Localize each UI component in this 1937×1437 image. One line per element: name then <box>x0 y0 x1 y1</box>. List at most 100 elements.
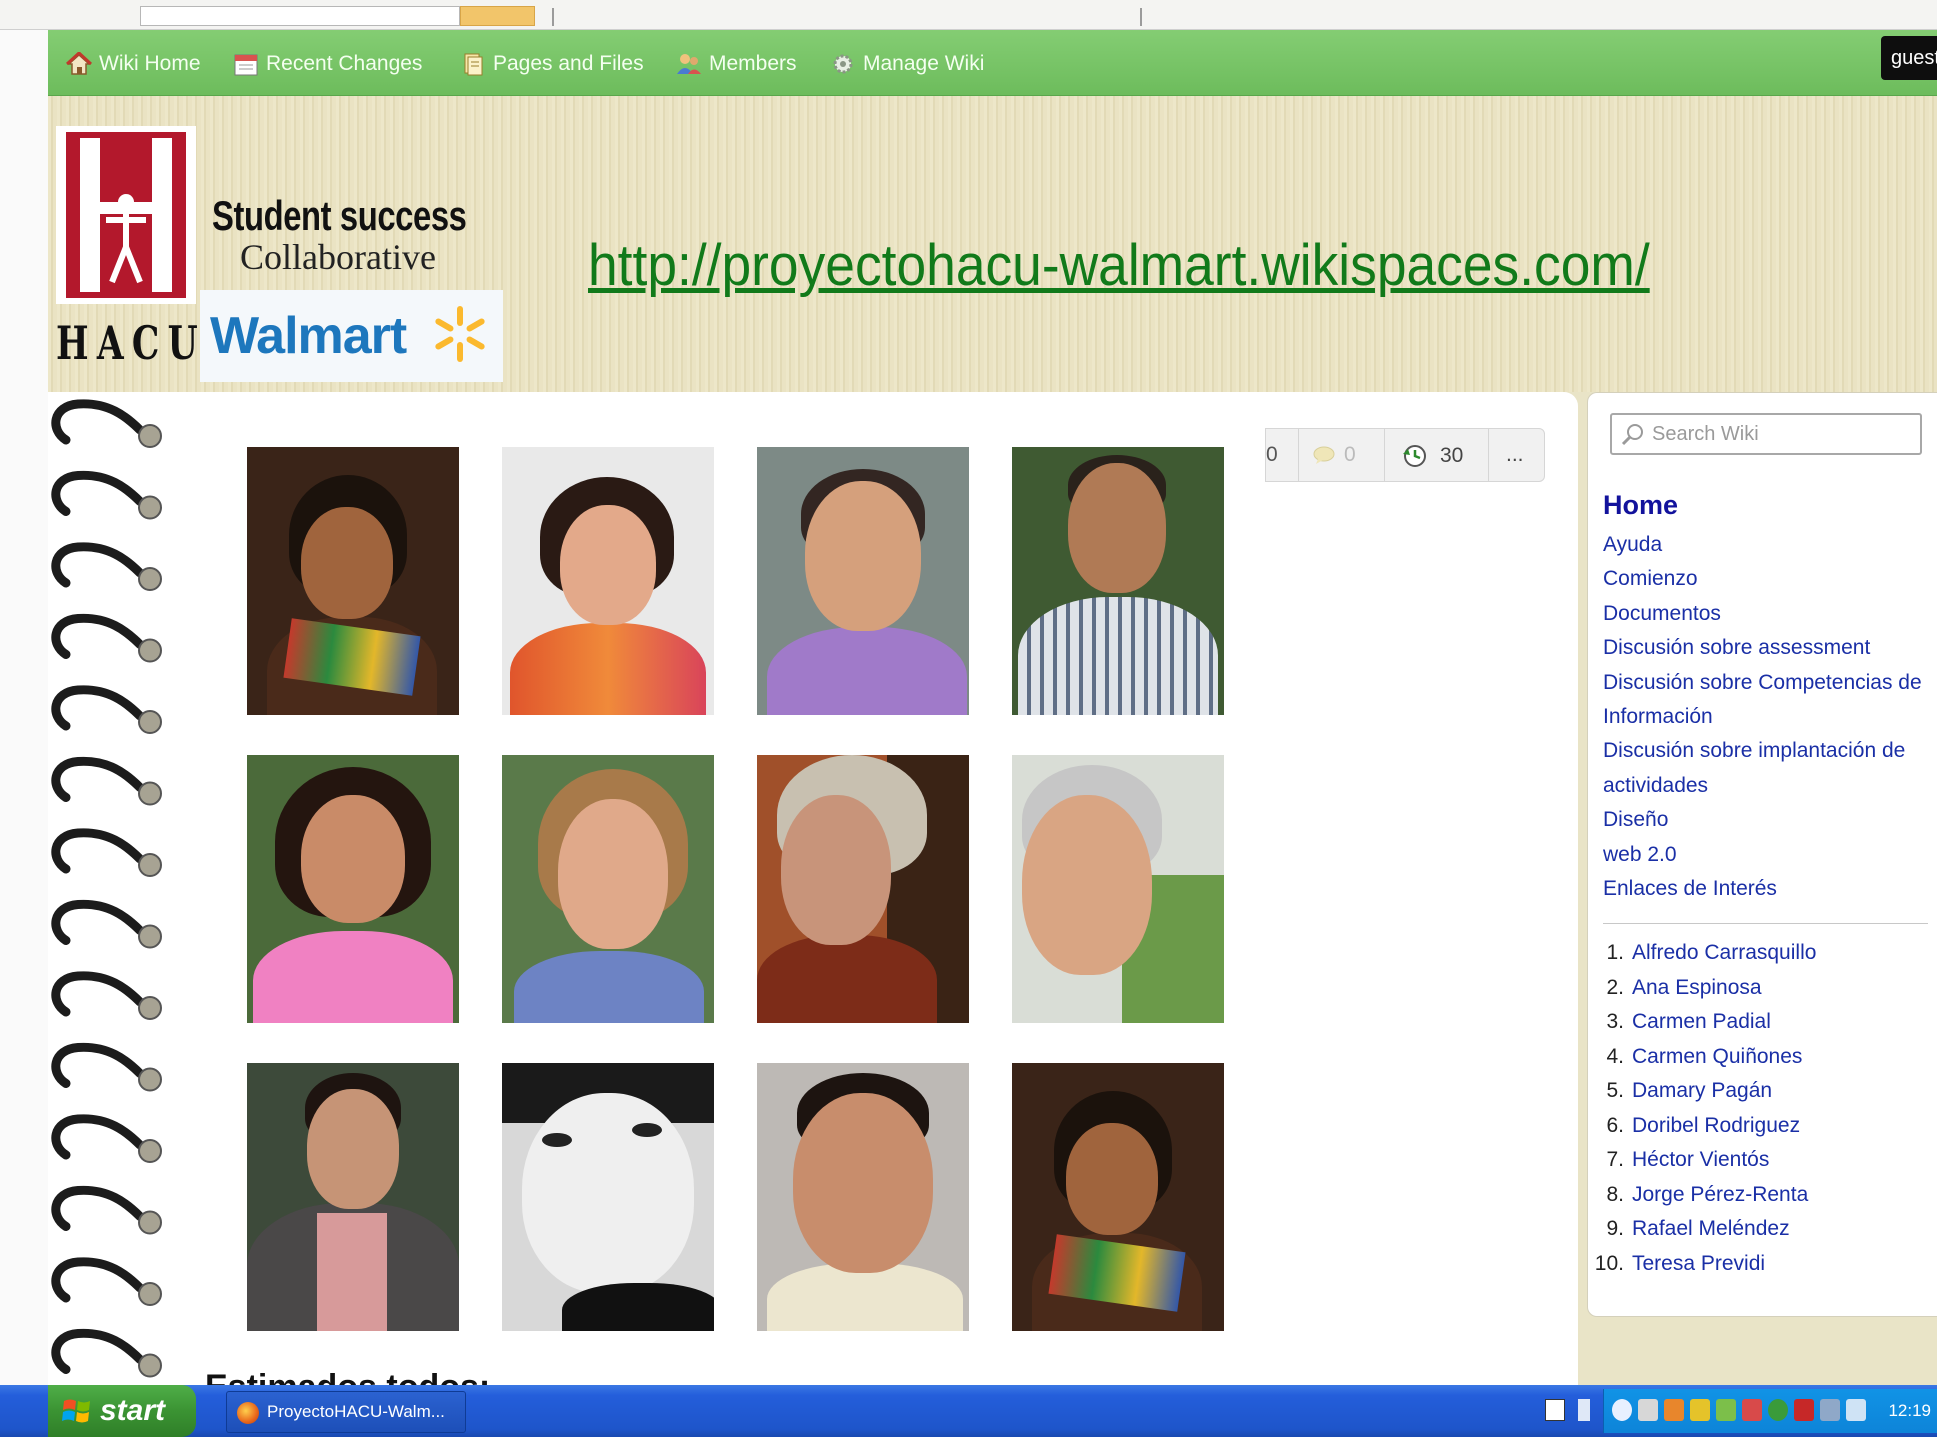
wiki-url-link[interactable]: http://proyectohacu-walmart.wikispaces.c… <box>588 232 1650 299</box>
more-actions-button[interactable]: ... <box>1506 443 1524 467</box>
revisions-count: 30 <box>1440 444 1464 467</box>
more-label: ... <box>1506 443 1524 466</box>
tray-network-icon[interactable] <box>1846 1399 1866 1421</box>
member-link[interactable]: Damary Pagán <box>1632 1079 1772 1102</box>
tray-volume-icon[interactable] <box>1638 1399 1658 1421</box>
nav-manage-wiki[interactable]: Manage Wiki <box>830 50 984 78</box>
page-stats-bar: 0 0 30 ... <box>1265 428 1545 482</box>
member-photo[interactable] <box>247 755 459 1023</box>
browser-address-field[interactable] <box>140 6 460 26</box>
tray-antivirus-icon[interactable] <box>1794 1399 1814 1421</box>
sidebar-page-link[interactable]: Diseño <box>1603 808 1668 832</box>
search-input[interactable] <box>1652 421 1912 447</box>
sidebar-page-link[interactable]: Discusión sobre assessment <box>1603 636 1870 660</box>
nav-label: Members <box>709 52 797 75</box>
nav-members[interactable]: Members <box>676 50 797 78</box>
member-number: 7. <box>1606 1148 1624 1171</box>
spiral-coil <box>51 756 145 802</box>
nav-label: Pages and Files <box>493 52 644 75</box>
spiral-coil <box>51 971 145 1017</box>
browser-go-button[interactable] <box>460 6 535 26</box>
member-link[interactable]: Carmen Padial <box>1632 1010 1771 1033</box>
tray-app-icon[interactable] <box>1716 1399 1736 1421</box>
page-count-stat[interactable]: 0 <box>1266 443 1278 467</box>
sidebar-page-link[interactable]: Discusión sobre implantación de <box>1603 739 1905 763</box>
stat-divider <box>1488 429 1489 481</box>
firefox-icon <box>237 1402 259 1424</box>
sidebar-page-link[interactable]: Enlaces de Interés <box>1603 877 1777 901</box>
member-list-item: 3. Carmen Padial <box>1594 1010 1771 1034</box>
member-list-item: 7. Héctor Vientós <box>1594 1148 1769 1172</box>
member-photo[interactable] <box>757 755 969 1023</box>
tray-expand-icon[interactable] <box>1612 1399 1632 1421</box>
search-box[interactable] <box>1610 413 1922 455</box>
stat-divider <box>1384 429 1385 481</box>
tray-app-icon[interactable] <box>1768 1399 1788 1421</box>
notebook-spiral <box>51 399 162 1378</box>
member-link[interactable]: Doribel Rodriguez <box>1632 1114 1800 1137</box>
member-link[interactable]: Héctor Vientós <box>1632 1148 1769 1171</box>
history-icon <box>1403 445 1426 467</box>
walmart-logo: Walmart <box>200 290 503 382</box>
left-window-frame <box>0 30 48 1385</box>
member-link[interactable]: Jorge Pérez-Renta <box>1632 1183 1808 1206</box>
spiral-hole <box>138 781 162 806</box>
spiral-coil <box>51 1042 145 1088</box>
member-number: 3. <box>1606 1010 1624 1033</box>
member-link[interactable]: Rafael Meléndez <box>1632 1217 1790 1240</box>
member-link[interactable]: Teresa Previdi <box>1632 1252 1765 1275</box>
help-icon[interactable] <box>1545 1399 1565 1421</box>
sidebar-page-link[interactable]: actividades <box>1603 774 1708 798</box>
start-button[interactable]: start <box>48 1385 196 1437</box>
sidebar-page-link[interactable]: Documentos <box>1603 602 1721 626</box>
member-photo[interactable] <box>1012 755 1224 1023</box>
spiral-coil <box>51 1328 145 1374</box>
member-photo[interactable] <box>1012 1063 1224 1331</box>
taskbar-window-button[interactable]: ProyectoHACU-Walm... <box>226 1391 466 1433</box>
member-photo[interactable] <box>247 1063 459 1331</box>
main-content-card <box>48 392 1578 1385</box>
comments-stat[interactable]: 0 <box>1312 443 1356 467</box>
comment-icon <box>1313 446 1335 464</box>
member-photo[interactable] <box>247 447 459 715</box>
tray-app-icon[interactable] <box>1664 1399 1684 1421</box>
sidebar-page-link[interactable]: web 2.0 <box>1603 843 1677 867</box>
member-link[interactable]: Ana Espinosa <box>1632 976 1762 999</box>
member-photo[interactable] <box>502 447 714 715</box>
member-number: 4. <box>1606 1044 1624 1068</box>
sidebar-page-link[interactable]: Ayuda <box>1603 533 1662 557</box>
network-icon[interactable] <box>1578 1399 1590 1421</box>
user-badge[interactable]: guest <box>1881 36 1937 80</box>
member-link[interactable]: Alfredo Carrasquillo <box>1632 941 1816 964</box>
nav-pages-and-files[interactable]: Pages and Files <box>460 50 644 78</box>
spiral-hole <box>138 1210 162 1235</box>
spiral-hole <box>138 1139 162 1163</box>
ssc-title: Student success <box>212 192 467 239</box>
spiral-hole <box>138 495 162 520</box>
nav-wiki-home[interactable]: Wiki Home <box>65 50 201 78</box>
member-photo[interactable] <box>502 755 714 1023</box>
sidebar-link-home[interactable]: Home <box>1603 490 1678 521</box>
tray-shield-icon[interactable] <box>1690 1399 1710 1421</box>
member-photo[interactable] <box>757 1063 969 1331</box>
spiral-hole <box>138 1067 162 1092</box>
spiral-hole <box>138 853 162 877</box>
member-photo[interactable] <box>757 447 969 715</box>
system-tray: 12:19 <box>1603 1389 1937 1433</box>
member-link[interactable]: Carmen Quiñones <box>1632 1045 1802 1068</box>
nav-recent-changes[interactable]: Recent Changes <box>233 50 422 78</box>
member-list-item: 2. Ana Espinosa <box>1594 975 1762 1000</box>
revisions-stat[interactable]: 30 <box>1402 443 1463 469</box>
tray-display-icon[interactable] <box>1820 1399 1840 1421</box>
spiral-hole <box>138 924 162 949</box>
nav-label: Manage Wiki <box>863 52 985 75</box>
member-number: 5. <box>1606 1079 1624 1102</box>
member-photo[interactable] <box>502 1063 714 1331</box>
sidebar-page-link[interactable]: Comienzo <box>1603 567 1698 591</box>
member-photo[interactable] <box>1012 447 1224 715</box>
sidebar-page-link[interactable]: Discusión sobre Competencias de <box>1603 671 1922 695</box>
member-number: 2. <box>1606 975 1624 999</box>
tray-app-icon[interactable] <box>1742 1399 1762 1421</box>
member-number: 8. <box>1606 1182 1624 1206</box>
sidebar-page-link[interactable]: Información <box>1603 705 1713 729</box>
